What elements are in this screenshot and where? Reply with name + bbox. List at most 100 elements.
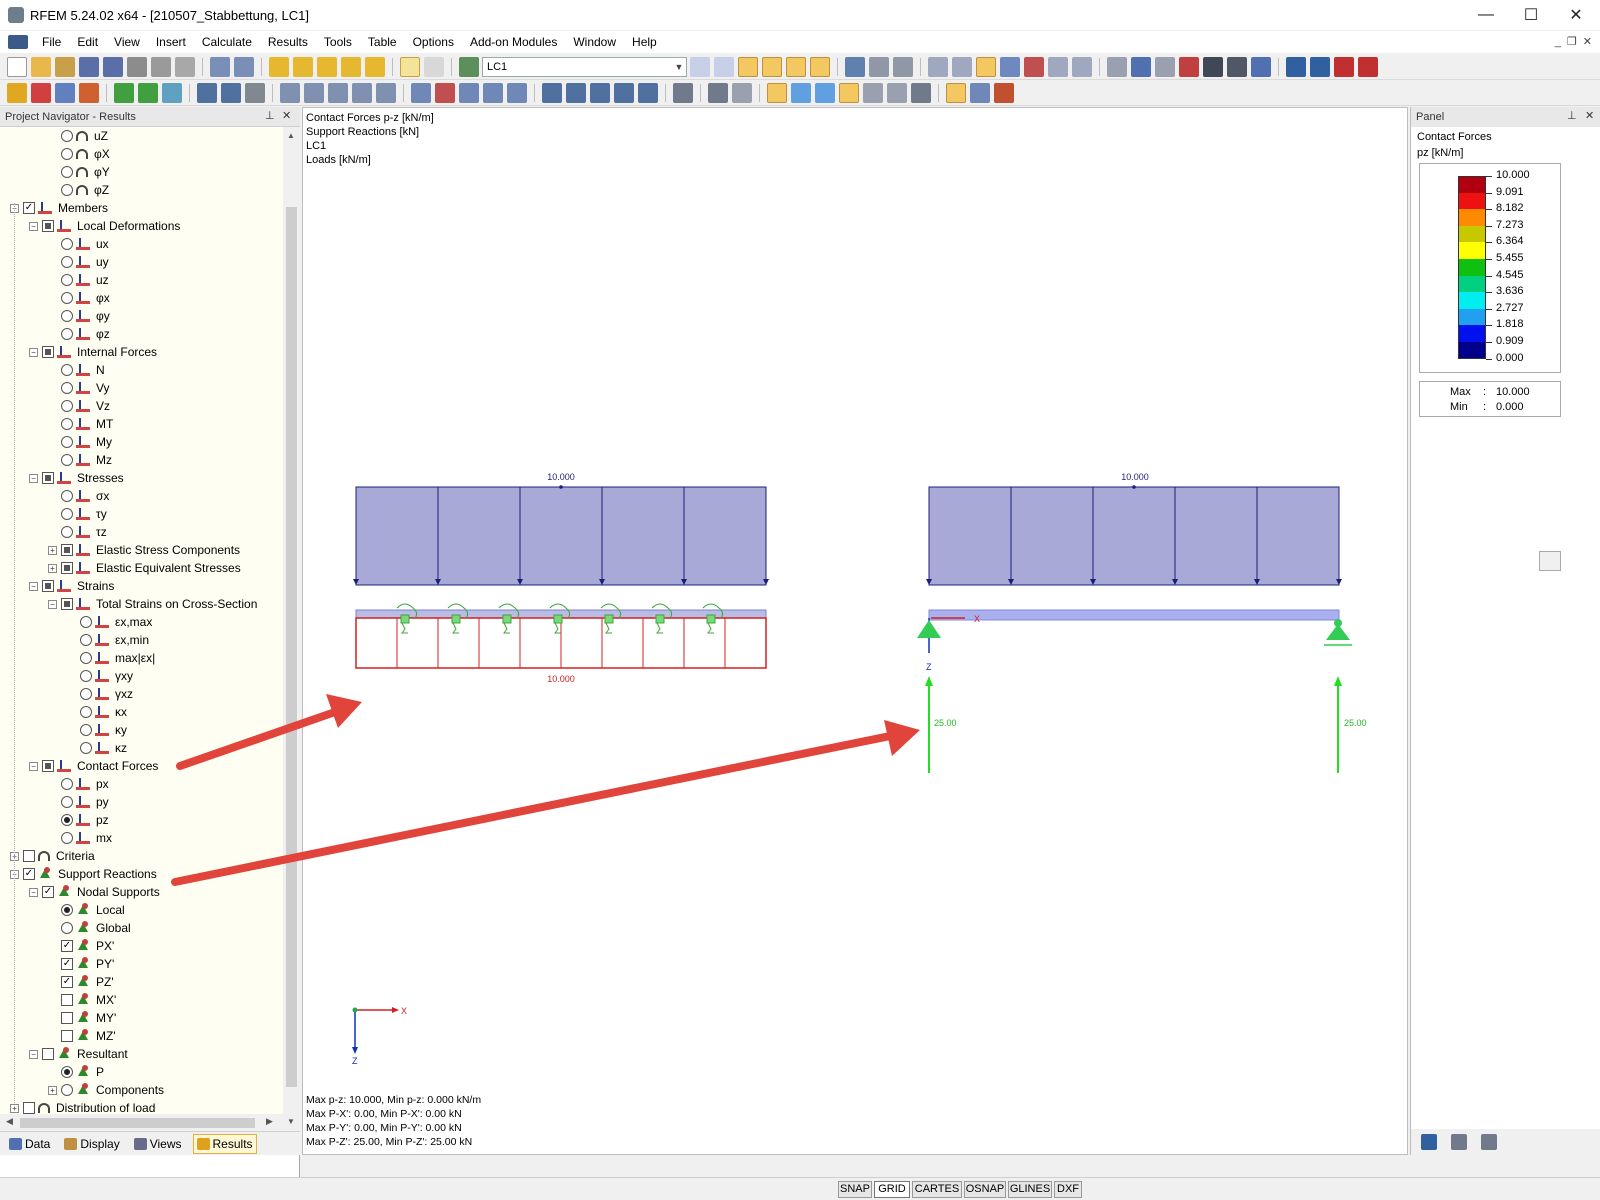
tree-checkbox[interactable] (61, 994, 73, 1006)
result-values-icon[interactable] (762, 56, 782, 77)
color-legend[interactable]: 10.000 9.091 8.182 7.273 6.364 5.455 4.545 3.63… (1419, 163, 1561, 373)
minimize-button[interactable]: — (1463, 0, 1509, 30)
scroll-left-icon[interactable]: ◀ (6, 1116, 13, 1127)
view-x-icon[interactable] (542, 82, 562, 103)
tree-node[interactable]: φz (48, 325, 110, 343)
tree-node[interactable]: My (48, 433, 112, 451)
solid-icon[interactable] (280, 82, 300, 103)
collapse-icon[interactable]: − (29, 1049, 38, 1059)
tree-radio[interactable] (61, 454, 73, 466)
solid-results-icon[interactable] (815, 82, 835, 103)
tree-node[interactable]: φX (48, 145, 110, 163)
tree-radio[interactable] (61, 292, 73, 304)
section-icon[interactable] (869, 56, 889, 77)
result-diagram-icon[interactable] (863, 82, 883, 103)
deformation-icon[interactable] (708, 82, 728, 103)
tree-radio[interactable] (61, 526, 73, 538)
tree-node[interactable]: γxz (67, 685, 133, 703)
table-icon[interactable] (400, 56, 420, 77)
filter-icon[interactable] (1481, 1134, 1497, 1150)
filter-icon[interactable] (435, 82, 455, 103)
tree-vertical-scrollbar[interactable]: ▲ ▼ (283, 127, 300, 1131)
menu-file[interactable]: File (34, 31, 69, 53)
open-folder-icon[interactable] (31, 56, 51, 77)
imposed-deformation-icon[interactable] (245, 82, 265, 103)
tree-radio[interactable] (61, 508, 73, 520)
pin-icon[interactable]: ⊥ (265, 109, 275, 122)
section-diagram-icon[interactable] (893, 56, 913, 77)
tree-checkbox[interactable]: ✓ (42, 886, 54, 898)
tree-node[interactable]: pz (48, 811, 109, 829)
tree-node[interactable]: Local (48, 901, 125, 919)
tree-radio[interactable] (61, 238, 73, 250)
tree-node[interactable]: − Resultant (29, 1045, 128, 1063)
tree-radio[interactable] (61, 166, 73, 178)
tab-views[interactable]: Views (131, 1134, 185, 1154)
tree-radio[interactable] (80, 724, 92, 736)
tree-node[interactable]: − Stresses (29, 469, 124, 487)
view-minus-x-icon[interactable] (614, 82, 634, 103)
status-osnap-button[interactable]: OSNAP (964, 1181, 1006, 1198)
calculate-icon[interactable] (317, 56, 337, 77)
tree-node[interactable]: φx (48, 289, 110, 307)
settings-icon[interactable] (1251, 56, 1271, 77)
tree-checkbox[interactable] (23, 850, 35, 862)
tree-node[interactable]: + Elastic Stress Components (48, 541, 240, 559)
expand-icon[interactable]: + (10, 1103, 19, 1113)
print-graphic-icon[interactable] (151, 56, 171, 77)
hscroll-thumb[interactable] (20, 1118, 255, 1128)
tree-node[interactable]: Global (48, 919, 131, 937)
tab-data[interactable]: Data (6, 1134, 53, 1154)
tab-results[interactable]: Results (192, 1133, 257, 1154)
tree-checkbox[interactable]: ✓ (23, 868, 35, 880)
left-member-load-block[interactable] (355, 486, 767, 586)
tree-checkbox[interactable] (61, 544, 73, 556)
mdi-minimize-button[interactable]: _ (1555, 31, 1561, 53)
loadcase-icon[interactable] (459, 56, 479, 77)
print-icon[interactable] (127, 56, 147, 77)
undeformed-icon[interactable] (732, 82, 752, 103)
view-y-icon[interactable] (566, 82, 586, 103)
delete-icon[interactable] (1179, 56, 1199, 77)
menu-help[interactable]: Help (624, 31, 665, 53)
surface-results-icon[interactable] (791, 82, 811, 103)
menu-add-on-modules[interactable]: Add-on Modules (462, 31, 565, 53)
tree-node[interactable]: Vy (48, 379, 110, 397)
panel-zoom-icon[interactable] (1539, 551, 1561, 571)
tree-node[interactable]: + Elastic Equivalent Stresses (48, 559, 241, 577)
tree-node[interactable]: κx (67, 703, 127, 721)
tree-radio[interactable] (80, 688, 92, 700)
max-min-icon[interactable] (810, 56, 830, 77)
tree-node[interactable]: + Criteria (10, 847, 95, 865)
tree-node[interactable]: N (48, 361, 105, 379)
tree-node[interactable]: + Components (48, 1081, 164, 1099)
status-dxf-button[interactable]: DXF (1054, 1181, 1082, 1198)
tree-checkbox[interactable] (42, 472, 54, 484)
tree-radio[interactable] (61, 400, 73, 412)
right-beam[interactable] (928, 609, 1340, 621)
tree-checkbox[interactable] (42, 1048, 54, 1060)
tree-node[interactable]: uZ (48, 127, 108, 145)
undo-icon[interactable] (210, 56, 230, 77)
member-load-icon[interactable] (221, 82, 241, 103)
load-icon[interactable] (197, 82, 217, 103)
surface-support-icon[interactable] (162, 82, 182, 103)
factors-icon[interactable] (1451, 1134, 1467, 1150)
tree-checkbox[interactable]: ✓ (61, 976, 73, 988)
color-scale-icon[interactable] (1421, 1134, 1437, 1150)
collapse-icon[interactable]: − (29, 347, 38, 357)
tree-node[interactable]: − ✓ Nodal Supports (29, 883, 160, 901)
tree-node[interactable]: κy (67, 721, 127, 739)
menu-options[interactable]: Options (405, 31, 462, 53)
camera-icon[interactable] (1203, 56, 1223, 77)
tree-node[interactable]: py (48, 793, 109, 811)
tree-node[interactable]: εx,max (67, 613, 152, 631)
tree-radio[interactable] (61, 436, 73, 448)
scroll-thumb[interactable] (286, 207, 297, 1087)
grid-icon[interactable] (928, 56, 948, 77)
tree-radio[interactable] (80, 616, 92, 628)
tree-node[interactable]: εx,min (67, 631, 149, 649)
tree-checkbox[interactable] (42, 346, 54, 358)
close-button[interactable]: ✕ (1553, 0, 1599, 30)
zoom-previous-icon[interactable] (1024, 56, 1044, 77)
